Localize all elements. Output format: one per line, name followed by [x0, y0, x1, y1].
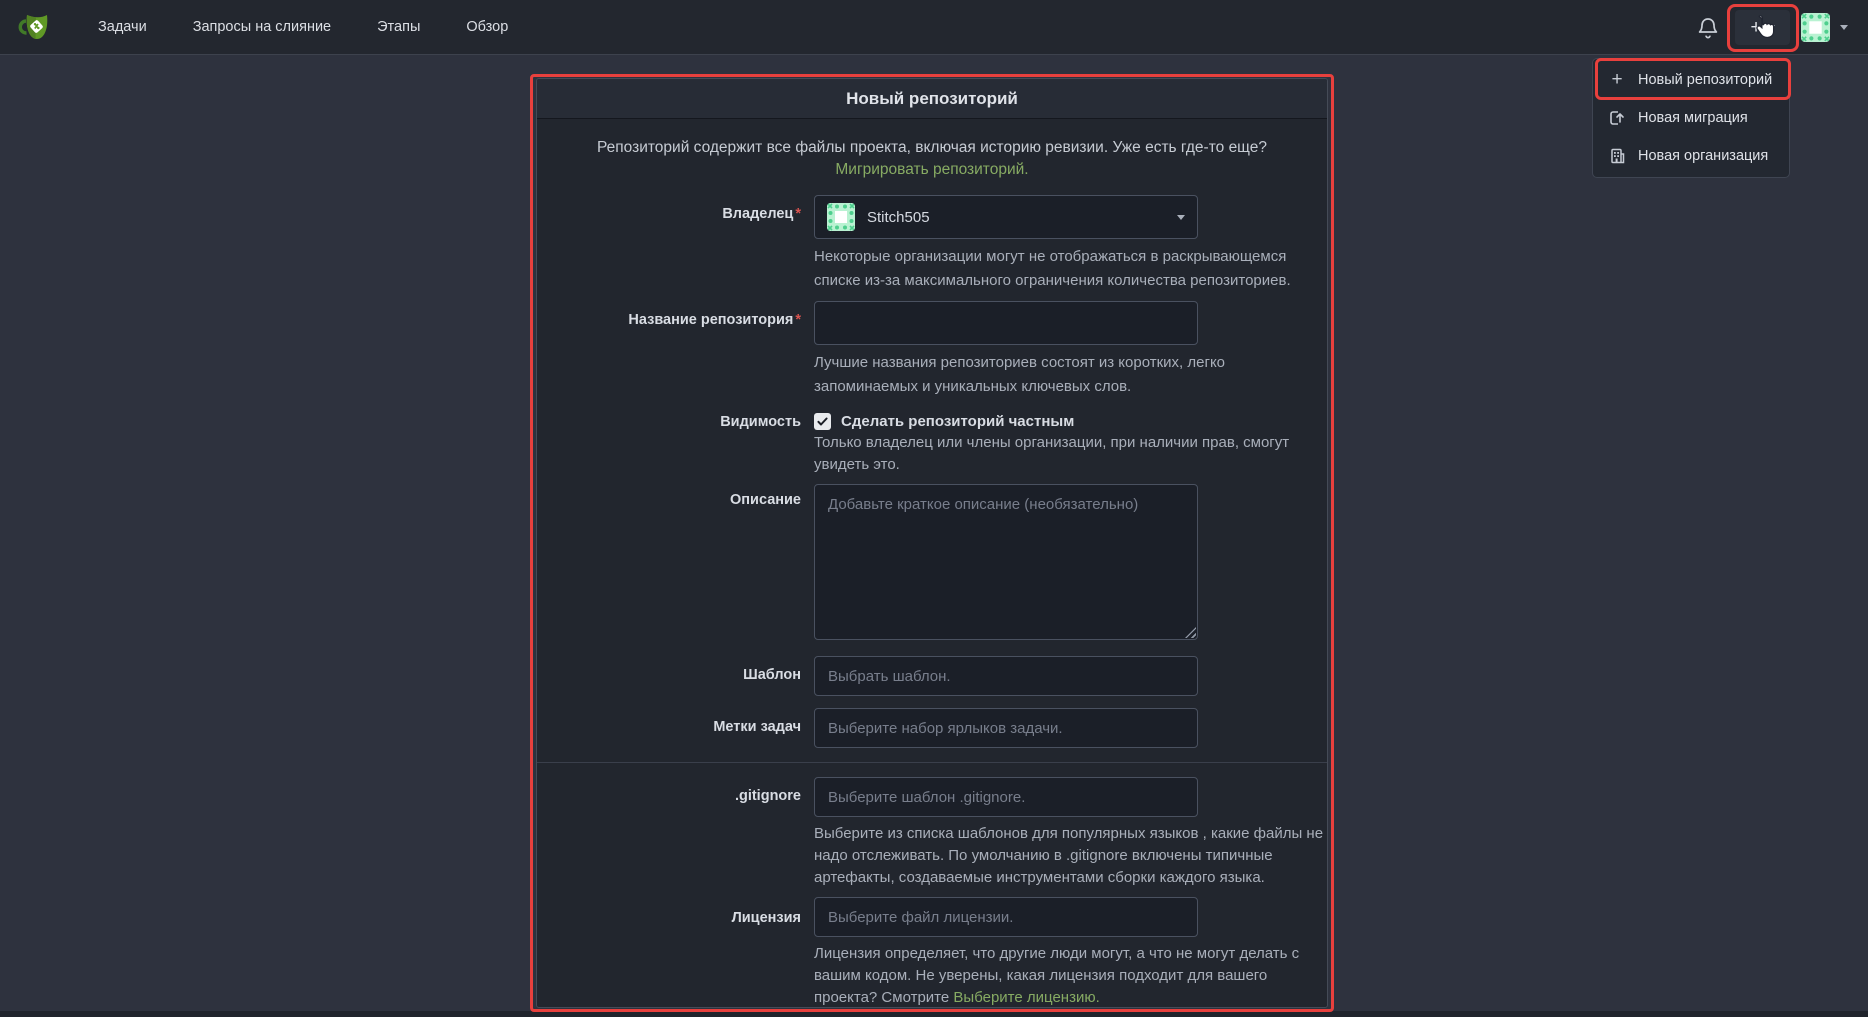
required-mark: *	[795, 206, 801, 222]
migrate-repository-link[interactable]: Мигрировать репозиторий.	[835, 161, 1028, 178]
owner-row: Владелец*	[537, 195, 1327, 293]
plus-icon: +	[1750, 18, 1761, 37]
avatar-chevron-down-icon[interactable]	[1840, 25, 1848, 30]
repo-name-row: Название репозитория* Лучшие названия ре…	[537, 301, 1327, 399]
nav-link-issues[interactable]: Задачи	[98, 19, 147, 35]
menu-item-new-repository[interactable]: + Новый репозиторий	[1593, 61, 1789, 99]
description-row: Описание	[537, 484, 1327, 640]
template-select[interactable]	[814, 656, 1198, 696]
template-label: Шаблон	[537, 656, 801, 696]
license-help: Лицензия определяет, что другие люди мог…	[814, 943, 1326, 1008]
footer-strip	[0, 1011, 1868, 1017]
user-avatar[interactable]	[1801, 13, 1830, 42]
private-checkbox-label[interactable]: Сделать репозиторий частным	[841, 413, 1074, 430]
organization-icon	[1609, 148, 1625, 164]
gitignore-select[interactable]	[814, 777, 1198, 817]
form-header: Новый репозиторий	[537, 79, 1327, 119]
menu-item-new-organization[interactable]: Новая организация	[1593, 137, 1789, 175]
choose-license-link[interactable]: Выберите лицензию.	[953, 989, 1099, 1006]
gitignore-label: .gitignore	[537, 777, 801, 889]
menu-item-label: Новая миграция	[1638, 110, 1748, 126]
repo-name-label: Название репозитория*	[537, 301, 801, 399]
owner-value: Stitch505	[867, 209, 1177, 226]
visibility-label: Видимость	[537, 407, 801, 476]
owner-label: Владелец*	[537, 195, 801, 293]
repo-name-input[interactable]	[814, 301, 1198, 345]
chevron-down-icon	[1767, 25, 1775, 30]
menu-item-label: Новый репозиторий	[1638, 72, 1772, 88]
notifications-bell-icon[interactable]	[1698, 17, 1718, 39]
private-checkbox[interactable]	[814, 413, 831, 430]
repo-name-help: Лучшие названия репозиториев состоят из …	[814, 351, 1326, 399]
issue-labels-row: Метки задач	[537, 708, 1327, 748]
navbar: Задачи Запросы на слияние Этапы Обзор +	[0, 0, 1868, 55]
migrate-icon	[1609, 110, 1625, 126]
visibility-help: Только владелец или члены организации, п…	[814, 432, 1326, 476]
description-textarea[interactable]	[814, 484, 1198, 640]
issue-labels-label: Метки задач	[537, 708, 801, 748]
required-mark: *	[795, 312, 801, 328]
chevron-down-icon	[1177, 215, 1185, 220]
plus-icon: +	[1609, 72, 1625, 88]
template-row: Шаблон	[537, 656, 1327, 696]
visibility-row: Видимость Сделать репозиторий частным То…	[537, 407, 1327, 476]
license-row: Лицензия Лицензия определяет, что другие…	[537, 897, 1327, 1008]
owner-help: Некоторые организации могут не отображат…	[814, 245, 1326, 293]
gitea-logo-icon[interactable]	[18, 11, 52, 43]
menu-item-label: Новая организация	[1638, 148, 1768, 164]
form-intro: Репозиторий содержит все файлы проекта, …	[575, 137, 1289, 181]
create-new-dropdown-menu: + Новый репозиторий Новая миграция Новая	[1592, 58, 1790, 178]
nav-link-explore[interactable]: Обзор	[466, 19, 508, 35]
license-select[interactable]	[814, 897, 1198, 937]
owner-select[interactable]: Stitch505	[814, 195, 1198, 239]
gitignore-help: Выберите из списка шаблонов для популярн…	[814, 823, 1326, 889]
new-repository-form: Новый репозиторий Репозиторий содержит в…	[536, 78, 1328, 1008]
nav-link-milestones[interactable]: Этапы	[377, 19, 420, 35]
page-title: Новый репозиторий	[846, 89, 1018, 109]
issue-labels-select[interactable]	[814, 708, 1198, 748]
section-divider	[537, 762, 1327, 763]
intro-text: Репозиторий содержит все файлы проекта, …	[597, 139, 1267, 156]
owner-avatar	[827, 203, 855, 231]
menu-item-new-migration[interactable]: Новая миграция	[1593, 99, 1789, 137]
gitignore-row: .gitignore Выберите из списка шаблонов д…	[537, 777, 1327, 889]
license-label: Лицензия	[537, 897, 801, 1008]
description-label: Описание	[537, 484, 801, 640]
create-new-button[interactable]: +	[1735, 10, 1790, 45]
nav-link-pull-requests[interactable]: Запросы на слияние	[193, 19, 331, 35]
